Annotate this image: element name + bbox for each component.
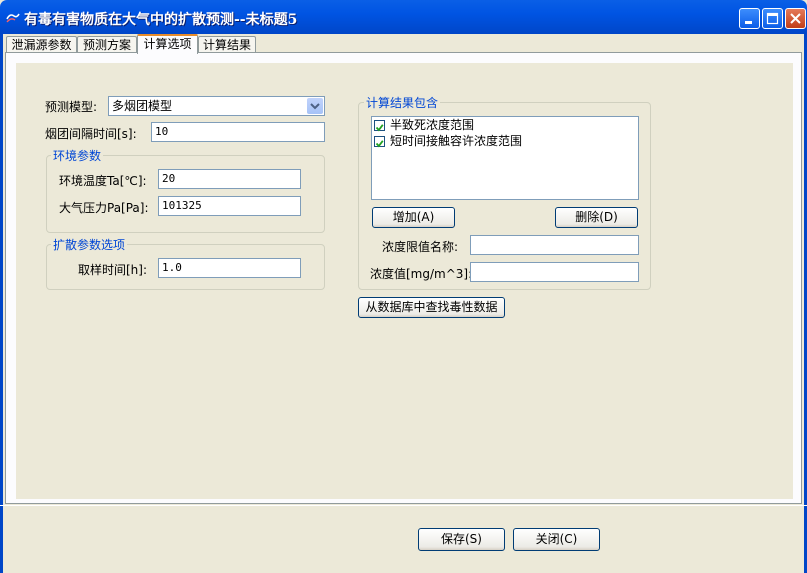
maximize-button[interactable] [762, 8, 783, 29]
pressure-input[interactable]: 101325 [158, 196, 301, 216]
checkmark-icon [375, 140, 384, 148]
concentration-label: 浓度值[mg/m^3]: [370, 267, 473, 281]
checkbox[interactable] [374, 120, 385, 132]
title-bar[interactable]: 有毒有害物质在大气中的扩散预测--未标题5 [0, 0, 807, 34]
tab-calc-options[interactable]: 计算选项 [137, 34, 198, 54]
window-title: 有毒有害物质在大气中的扩散预测--未标题5 [24, 12, 298, 28]
close-button[interactable]: 关闭(C) [513, 528, 600, 551]
env-params-title: 环境参数 [51, 147, 104, 164]
minimize-icon [745, 21, 752, 24]
limit-name-input[interactable] [470, 235, 639, 255]
maximize-icon [766, 12, 779, 25]
results-checklist[interactable]: 半致死浓度范围 短时间接触容许浓度范围 [371, 116, 639, 200]
add-button[interactable]: 增加(A) [372, 207, 455, 228]
diffusion-params-title: 扩散参数选项 [51, 236, 128, 253]
model-select-value: 多烟团模型 [112, 99, 173, 113]
limit-name-label: 浓度限值名称: [382, 240, 459, 254]
model-select[interactable]: 多烟团模型 [108, 96, 325, 116]
checklist-item-label: 半致死浓度范围 [390, 118, 475, 132]
checkbox[interactable] [374, 136, 385, 148]
chevron-down-icon [310, 103, 320, 110]
app-icon [6, 13, 20, 23]
minimize-button[interactable] [739, 8, 760, 29]
env-params-group [46, 155, 325, 233]
window-frame-left [0, 34, 3, 573]
temperature-input[interactable]: 20 [158, 169, 301, 189]
dropdown-button[interactable] [307, 98, 323, 114]
sample-time-input[interactable]: 1.0 [158, 258, 301, 278]
close-icon [790, 13, 801, 24]
tab-leak-source[interactable]: 泄漏源参数 [6, 36, 77, 53]
checkmark-icon [375, 124, 384, 132]
temperature-label: 环境温度Ta[℃]: [59, 174, 147, 188]
results-include-title: 计算结果包含 [364, 94, 441, 111]
close-window-button[interactable] [785, 8, 806, 29]
interval-input[interactable]: 10 [151, 122, 325, 142]
lookup-toxicity-button[interactable]: 从数据库中查找毒性数据 [358, 297, 505, 318]
tab-calc-results[interactable]: 计算结果 [198, 36, 256, 53]
footer-separator [0, 505, 807, 506]
interval-label: 烟团间隔时间[s]: [45, 127, 137, 141]
sample-time-label: 取样时间[h]: [78, 263, 148, 277]
model-label: 预测模型: [45, 100, 98, 114]
pressure-label: 大气压力Pa[Pa]: [59, 201, 149, 215]
tab-prediction-plan[interactable]: 预测方案 [77, 36, 137, 53]
checklist-item-label: 短时间接触容许浓度范围 [390, 134, 523, 148]
concentration-input[interactable] [470, 262, 639, 282]
save-button[interactable]: 保存(S) [418, 528, 505, 551]
delete-button[interactable]: 删除(D) [555, 207, 638, 228]
